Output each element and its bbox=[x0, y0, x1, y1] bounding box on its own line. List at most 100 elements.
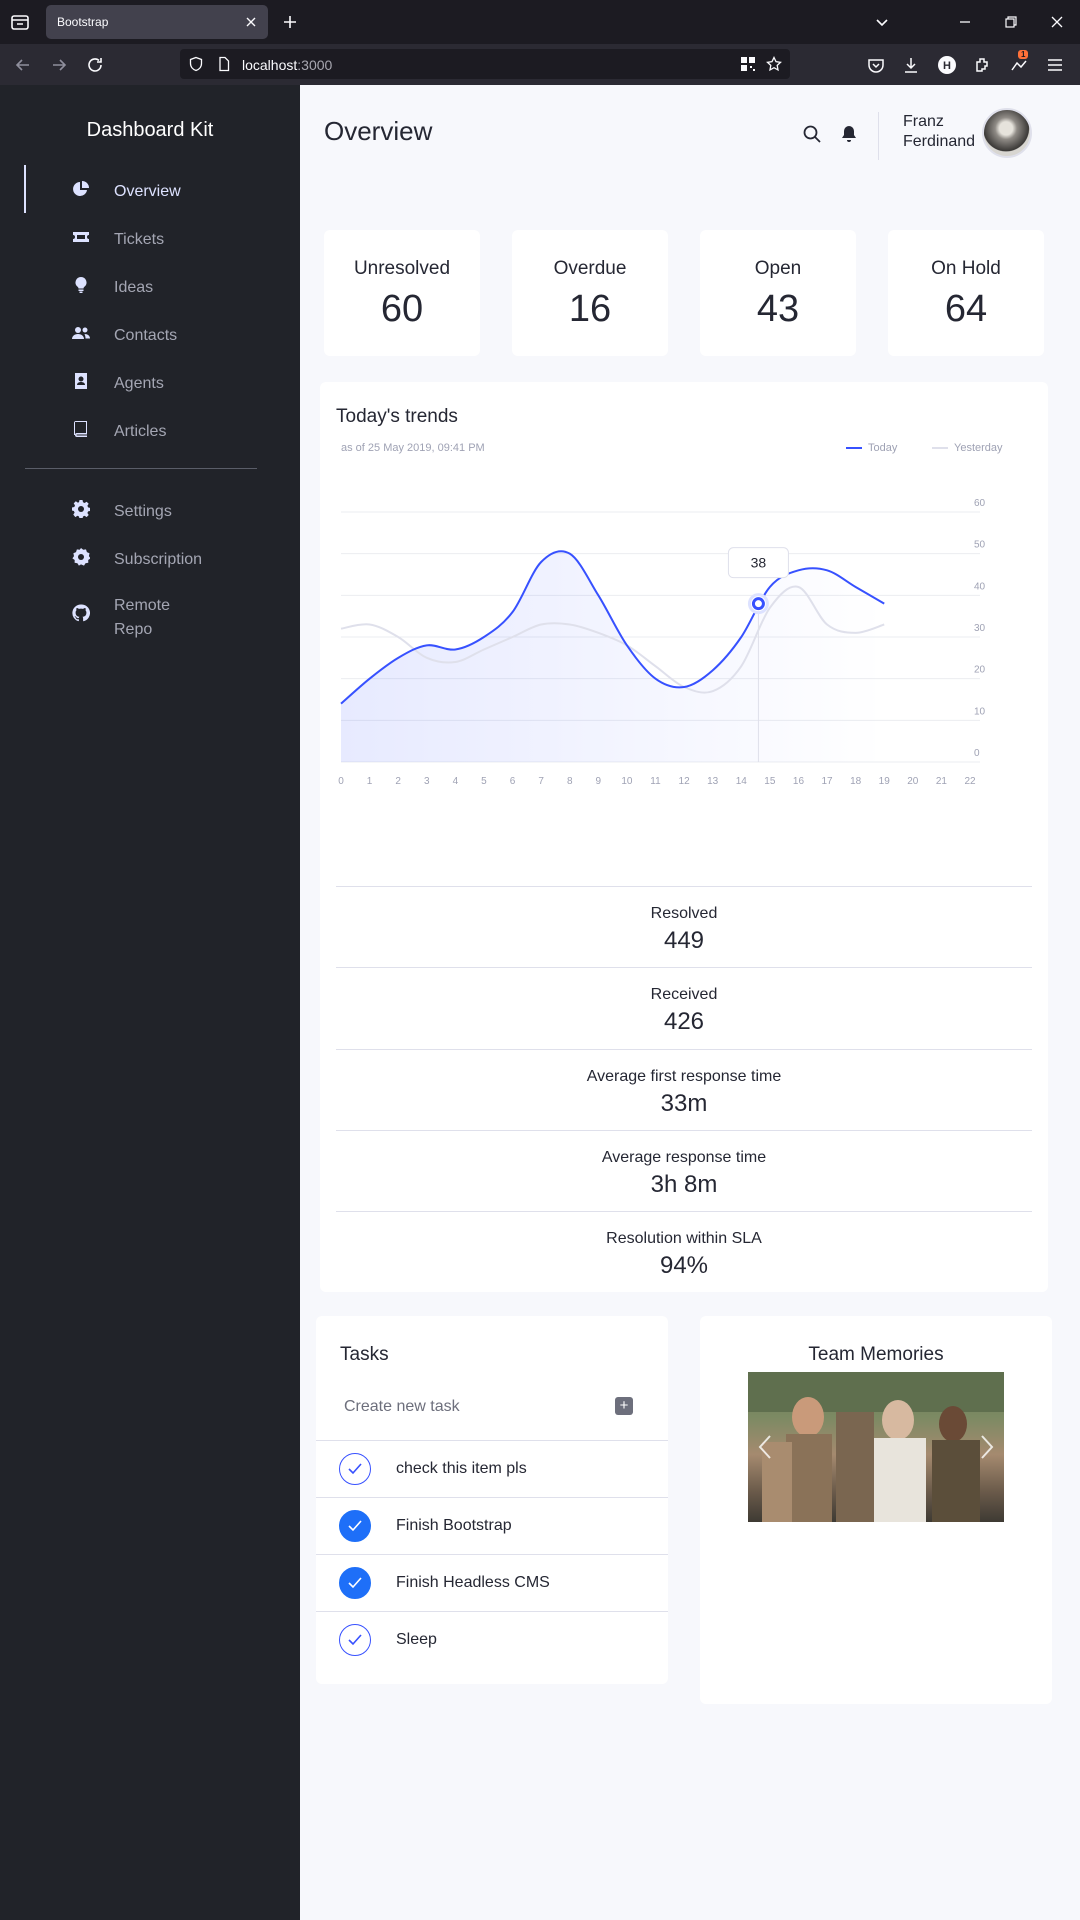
legend-today[interactable]: Today bbox=[846, 442, 897, 454]
x-tick-label: 14 bbox=[736, 776, 748, 787]
sidebar-item-label: Articles bbox=[114, 423, 167, 440]
sidebar-item-label: Settings bbox=[114, 503, 172, 520]
y-tick-label: 40 bbox=[974, 581, 986, 592]
badge-icon bbox=[72, 548, 90, 566]
task-checkbox[interactable] bbox=[339, 1567, 371, 1599]
legend-swatch-yesterday bbox=[932, 447, 948, 450]
stat-value: 16 bbox=[568, 288, 612, 330]
sidebar-item-tickets[interactable]: Tickets bbox=[0, 218, 300, 258]
metric-sla: Resolution within SLA 94% bbox=[336, 1211, 1032, 1292]
memories-title: Team Memories bbox=[808, 1344, 944, 1365]
window-close-icon[interactable] bbox=[1047, 12, 1067, 32]
create-task-input[interactable]: Create new task bbox=[344, 1398, 460, 1416]
trends-title: Today's trends bbox=[336, 406, 458, 427]
browser-nav-bar: localhost:3000 H 1 bbox=[0, 44, 1080, 85]
task-row[interactable]: Sleep bbox=[316, 1611, 668, 1668]
sidebar-item-articles[interactable]: Articles bbox=[0, 410, 300, 450]
task-label: Sleep bbox=[396, 1631, 437, 1648]
sidebar-item-remote-repo[interactable]: Remote Repo bbox=[0, 586, 300, 642]
y-tick-label: 30 bbox=[974, 623, 986, 634]
id-badge-icon bbox=[75, 373, 87, 389]
x-tick-label: 19 bbox=[879, 776, 891, 787]
forward-arrow-icon[interactable] bbox=[48, 54, 70, 76]
legend-yesterday[interactable]: Yesterday bbox=[932, 442, 1003, 454]
bell-icon[interactable] bbox=[839, 124, 859, 144]
x-tick-label: 7 bbox=[538, 776, 544, 787]
avatar[interactable] bbox=[982, 108, 1032, 158]
stat-card-on-hold[interactable]: On Hold 64 bbox=[888, 230, 1044, 356]
sidebar-item-label-line2: Repo bbox=[114, 621, 153, 638]
task-row[interactable]: check this item pls bbox=[316, 1440, 668, 1497]
x-tick-label: 12 bbox=[679, 776, 691, 787]
metric-value: 3h 8m bbox=[650, 1171, 718, 1198]
stat-label: Unresolved bbox=[353, 258, 451, 279]
star-icon[interactable] bbox=[766, 56, 782, 72]
url-port: :3000 bbox=[297, 57, 333, 73]
tab-list-icon[interactable] bbox=[8, 10, 32, 34]
shield-icon[interactable] bbox=[188, 56, 204, 72]
trends-panel: Today's trends as of 25 May 2019, 09:41 … bbox=[320, 382, 1048, 1292]
extensions-icon[interactable] bbox=[972, 54, 994, 76]
sidebar-item-ideas[interactable]: Ideas bbox=[0, 266, 300, 306]
task-checkbox[interactable] bbox=[339, 1453, 371, 1485]
sidebar-divider bbox=[25, 468, 257, 469]
tab-title: Bootstrap bbox=[57, 15, 109, 29]
sidebar-item-agents[interactable]: Agents bbox=[0, 362, 300, 402]
download-icon[interactable] bbox=[900, 54, 922, 76]
stat-card-unresolved[interactable]: Unresolved 60 bbox=[324, 230, 480, 356]
close-icon[interactable] bbox=[242, 13, 260, 31]
check-icon bbox=[348, 1520, 362, 1532]
carousel-next-icon[interactable] bbox=[976, 1432, 996, 1462]
sidebar-item-label: Ideas bbox=[114, 279, 154, 296]
memories-carousel-image[interactable] bbox=[748, 1372, 1004, 1522]
qr-code-icon[interactable] bbox=[740, 56, 756, 72]
sidebar-item-label: Contacts bbox=[114, 327, 178, 344]
y-tick-label: 20 bbox=[974, 665, 986, 676]
sidebar-item-contacts[interactable]: Contacts bbox=[0, 314, 300, 354]
sidebar-item-label: Tickets bbox=[114, 231, 165, 248]
sidebar-item-subscription[interactable]: Subscription bbox=[0, 538, 300, 578]
book-icon bbox=[74, 421, 87, 437]
x-tick-label: 2 bbox=[395, 776, 401, 787]
metric-received: Received 426 bbox=[336, 967, 1032, 1048]
pocket-icon[interactable] bbox=[865, 54, 887, 76]
url-host: localhost bbox=[242, 57, 298, 73]
sidebar-item-overview[interactable]: Overview bbox=[0, 170, 300, 210]
metric-resolved: Resolved 449 bbox=[336, 886, 1032, 967]
stat-card-overdue[interactable]: Overdue 16 bbox=[512, 230, 668, 356]
back-arrow-icon[interactable] bbox=[12, 54, 34, 76]
x-tick-label: 20 bbox=[907, 776, 919, 787]
ticket-icon bbox=[73, 232, 89, 242]
metric-label: Received bbox=[650, 986, 718, 1003]
plus-icon[interactable] bbox=[280, 12, 300, 32]
task-row[interactable]: Finish Bootstrap bbox=[316, 1497, 668, 1554]
reload-icon[interactable] bbox=[84, 54, 106, 76]
task-row[interactable]: Finish Headless CMS bbox=[316, 1554, 668, 1611]
menu-icon[interactable] bbox=[1044, 54, 1066, 76]
stat-card-open[interactable]: Open 43 bbox=[700, 230, 856, 356]
x-tick-label: 5 bbox=[481, 776, 487, 787]
trend-chart[interactable]: 01020304050600 1 2 3 4 5 6 7 8 9 10 11 12 13 14 15 16 17 1… bbox=[320, 482, 1048, 822]
carousel-prev-icon[interactable] bbox=[756, 1432, 776, 1462]
x-tick-label: 0 bbox=[338, 776, 344, 787]
profile-h-icon[interactable]: H bbox=[936, 54, 958, 76]
add-task-button[interactable]: + bbox=[615, 1397, 633, 1415]
x-tick-label: 10 bbox=[621, 776, 633, 787]
header-separator bbox=[878, 112, 879, 160]
y-tick-label: 60 bbox=[974, 498, 986, 509]
tooltip-label: 38 bbox=[751, 555, 767, 571]
url-bar[interactable]: localhost:3000 bbox=[180, 49, 790, 79]
restore-icon[interactable] bbox=[1001, 12, 1021, 32]
chevron-down-icon[interactable] bbox=[872, 12, 892, 32]
minimize-icon[interactable] bbox=[955, 12, 975, 32]
pie-chart-icon bbox=[73, 181, 89, 196]
task-checkbox[interactable] bbox=[339, 1510, 371, 1542]
metric-value: 94% bbox=[659, 1252, 709, 1279]
search-icon[interactable] bbox=[802, 124, 822, 144]
y-tick-label: 0 bbox=[974, 748, 980, 759]
sidebar-item-settings[interactable]: Settings bbox=[0, 490, 300, 530]
browser-tab[interactable]: Bootstrap bbox=[46, 5, 268, 39]
x-tick-label: 15 bbox=[764, 776, 776, 787]
page-title: Overview bbox=[324, 116, 433, 146]
task-checkbox[interactable] bbox=[339, 1624, 371, 1656]
